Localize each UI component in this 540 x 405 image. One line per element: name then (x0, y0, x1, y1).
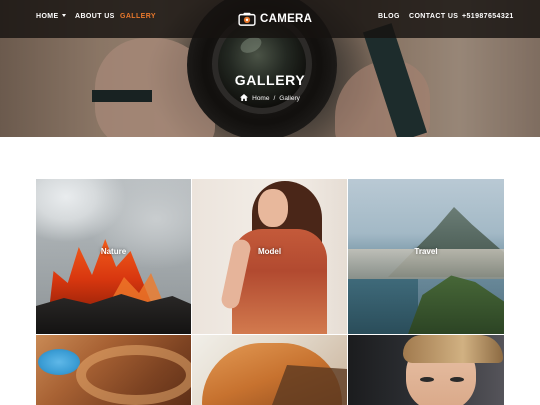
nav-gallery[interactable]: GALLERY (120, 13, 156, 20)
travel-water (348, 279, 418, 334)
breadcrumb-home-link[interactable]: Home (252, 95, 269, 102)
nav-phone-number[interactable]: +51987654321 (462, 13, 514, 20)
breadcrumb-separator: / (273, 95, 276, 102)
gallery-tile-label: Travel (414, 247, 438, 256)
chevron-down-icon (61, 14, 66, 17)
page-title: GALLERY (234, 72, 306, 88)
gallery-tile-model[interactable]: Model (192, 179, 347, 334)
gallery-tile-label: Model (257, 247, 282, 256)
logo-text: CAMERA (260, 13, 313, 25)
top-navbar: HOME ABOUT US GALLERY CAMERA BLOG CONTAC… (0, 0, 540, 38)
nav-blog[interactable]: BLOG (378, 13, 400, 20)
portrait-hair (403, 335, 503, 363)
gallery-tile-travel[interactable]: Travel (348, 179, 504, 334)
gallery-tile-nature[interactable]: Nature (36, 179, 191, 334)
gallery-tile-horse[interactable] (192, 335, 347, 405)
breadcrumb-current: Gallery (279, 95, 300, 102)
portrait-eye-left (420, 377, 434, 382)
nav-home[interactable]: HOME (36, 13, 66, 20)
volcano-rock (36, 294, 191, 334)
nav-contact-us[interactable]: CONTACT US (409, 13, 458, 20)
home-icon[interactable] (240, 94, 252, 103)
gallery-tile-portrait[interactable] (348, 335, 504, 405)
model-face (258, 189, 288, 227)
site-logo[interactable]: CAMERA (238, 10, 312, 28)
portrait-eye-right (450, 377, 464, 382)
nav-about-us[interactable]: ABOUT US (75, 13, 115, 20)
gallery-tile-label: Nature (100, 247, 127, 256)
camera-icon (238, 12, 256, 26)
breadcrumb: Home / Gallery (0, 94, 540, 103)
canyon-rock-wave (76, 345, 191, 405)
canyon-sky-opening (38, 349, 80, 375)
gallery-grid: Nature Model Travel (36, 179, 504, 405)
gallery-tile-canyon[interactable] (36, 335, 191, 405)
nav-home-label: HOME (36, 13, 59, 20)
